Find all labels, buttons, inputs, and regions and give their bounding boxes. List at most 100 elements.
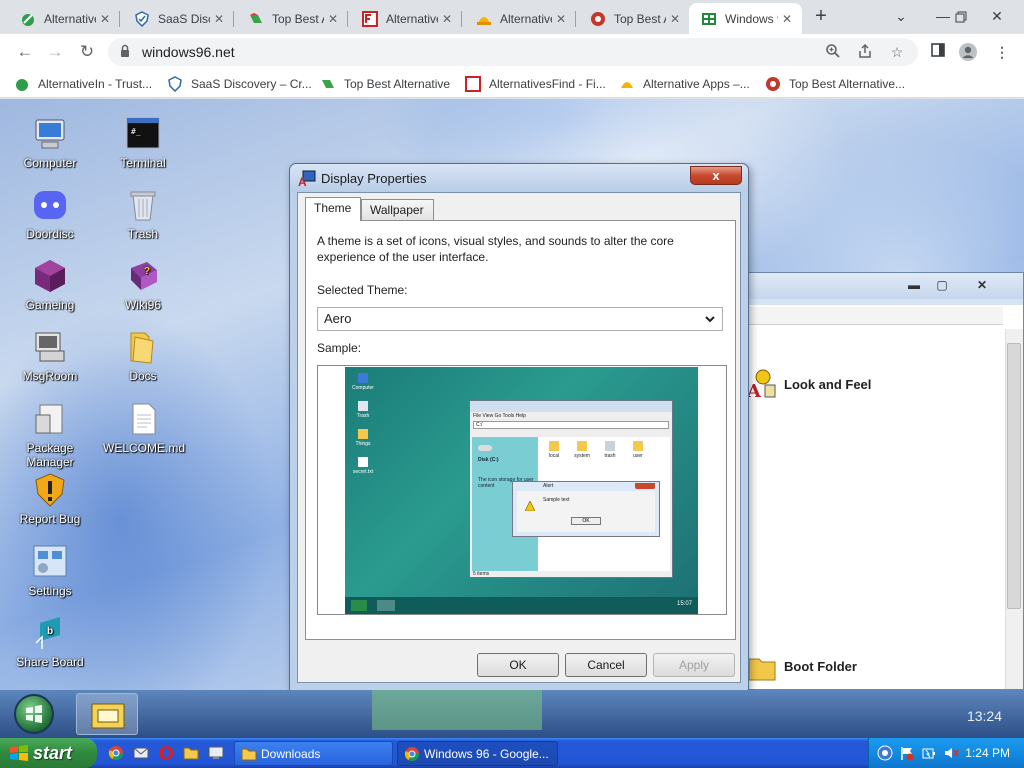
desktop-icon-docs[interactable]: Docs xyxy=(103,329,183,383)
volume-muted-icon[interactable] xyxy=(943,745,959,761)
look-and-feel-label[interactable]: Look and Feel xyxy=(784,377,871,392)
explorer-folder-icon[interactable] xyxy=(183,745,199,761)
ok-button[interactable]: OK xyxy=(477,653,559,677)
tab-theme[interactable]: Theme xyxy=(305,197,361,221)
browser-tab[interactable]: AlternativeTo ✕ xyxy=(8,3,120,34)
display-properties-dialog: A Display Properties x Theme Wallpaper A… xyxy=(289,163,749,691)
reload-icon[interactable]: ↻ xyxy=(76,41,98,63)
bookmark-star-icon[interactable]: ☆ xyxy=(888,43,906,61)
share-icon[interactable] xyxy=(856,43,874,61)
chrome-icon[interactable] xyxy=(108,745,124,761)
tab-search-icon[interactable]: ⌄ xyxy=(884,0,918,34)
restore-icon[interactable] xyxy=(944,0,978,34)
start-orb-button[interactable] xyxy=(14,694,54,734)
opera-icon[interactable] xyxy=(158,745,174,761)
arrow-icon xyxy=(248,11,264,27)
browser-tab[interactable]: Alternative Apps ✕ xyxy=(464,3,576,34)
theme-select[interactable]: Aero xyxy=(317,307,723,331)
scrollbar-thumb[interactable] xyxy=(1007,343,1021,609)
desktop-icon-computer[interactable]: Computer xyxy=(10,116,90,170)
close-tab-icon[interactable]: ✕ xyxy=(552,12,570,26)
hand-icon xyxy=(765,76,781,92)
close-icon[interactable]: ✕ xyxy=(969,277,995,293)
svg-text:#_: #_ xyxy=(131,127,141,136)
taskbar: start Downloads Windows 96 - Google... 1… xyxy=(0,738,1024,768)
taskbar-item-windows96[interactable]: Windows 96 - Google... xyxy=(397,741,558,766)
bookmark-item[interactable]: AlternativeIn - Trust... xyxy=(14,75,152,93)
dock-pinned-app[interactable] xyxy=(76,693,138,735)
browser-tab-active[interactable]: Windows 96 ✕ xyxy=(689,3,802,34)
bookmark-item[interactable]: AlternativesFind - Fi... xyxy=(465,75,606,93)
desktop-icon-package-manager[interactable]: Package Manager xyxy=(10,401,90,469)
zoom-icon[interactable] xyxy=(824,43,842,61)
cancel-button[interactable]: Cancel xyxy=(565,653,647,677)
bookmark-item[interactable]: SaaS Discovery – Cr... xyxy=(167,75,312,93)
menu-kebab-icon[interactable]: ⋮ xyxy=(992,42,1012,62)
profile-avatar-icon[interactable] xyxy=(958,42,978,62)
bookmark-item[interactable]: Top Best Alternative... xyxy=(765,75,905,93)
sample-icon: Computer xyxy=(351,373,375,391)
scrollbar[interactable] xyxy=(1005,329,1023,689)
sample-window: File View Go Tools Help C:/ Disk (C:) Th… xyxy=(469,400,673,578)
network-icon[interactable] xyxy=(877,745,893,761)
windows96-icon xyxy=(701,11,717,27)
dialog-close-button[interactable]: x xyxy=(690,166,742,185)
close-window-icon[interactable]: ✕ xyxy=(980,0,1014,34)
game-cube-icon xyxy=(32,258,68,294)
dock-clock: 13:24 xyxy=(966,708,1002,724)
close-tab-icon[interactable]: ✕ xyxy=(778,12,796,26)
sample-icon: Trash xyxy=(351,401,375,419)
tab-wallpaper[interactable]: Wallpaper xyxy=(361,199,434,221)
document-icon xyxy=(125,401,161,437)
warning-shield-icon xyxy=(32,472,68,508)
apply-button[interactable]: Apply xyxy=(653,653,735,677)
forward-icon[interactable]: → xyxy=(44,41,66,63)
desktop-icon-doordisc[interactable]: Doordisc xyxy=(10,187,90,241)
mail-icon[interactable] xyxy=(133,745,149,761)
desktop-icon-terminal[interactable]: #_ Terminal xyxy=(103,116,183,170)
start-button[interactable]: start xyxy=(0,738,97,768)
desktop-icon-msgroom[interactable]: MsgRoom xyxy=(10,329,90,383)
taskbar-clock: 1:24 PM xyxy=(965,746,1010,760)
close-tab-icon[interactable]: ✕ xyxy=(210,12,228,26)
windows-flag-icon xyxy=(10,745,28,761)
side-panel-icon[interactable] xyxy=(928,42,948,62)
back-icon[interactable]: ← xyxy=(14,41,36,63)
browser-tab[interactable]: AlternativesFind ✕ xyxy=(350,3,462,34)
browser-tab[interactable]: SaaS Discovery ✕ xyxy=(122,3,234,34)
look-and-feel-icon[interactable]: A xyxy=(745,367,779,402)
theme-tab-panel: A theme is a set of icons, visual styles… xyxy=(305,220,736,640)
address-bar[interactable]: windows96.net ☆ xyxy=(108,38,918,66)
taskbar-item-downloads[interactable]: Downloads xyxy=(234,741,393,766)
browser-tab[interactable]: Top Best Alternatives ✕ xyxy=(578,3,690,34)
af-logo-icon xyxy=(465,76,481,92)
dialog-title: Display Properties xyxy=(321,171,427,186)
close-tab-icon[interactable]: ✕ xyxy=(666,12,684,26)
close-tab-icon[interactable]: ✕ xyxy=(438,12,456,26)
desktop-icon-welcome[interactable]: WELCOME.md xyxy=(103,401,185,455)
battery-icon[interactable] xyxy=(921,745,937,761)
close-tab-icon[interactable]: ✕ xyxy=(324,12,342,26)
flag-alert-icon[interactable] xyxy=(899,745,915,761)
desktop-icon-settings[interactable]: Settings xyxy=(10,544,90,598)
desktop-icon[interactable] xyxy=(208,745,224,761)
dialog-titlebar[interactable]: A Display Properties x xyxy=(290,164,748,192)
browser-tab[interactable]: Top Best Alternatives ✕ xyxy=(236,3,348,34)
minimize-icon[interactable]: ▬ xyxy=(901,277,927,293)
desktop-icon-report-bug[interactable]: Report Bug xyxy=(10,472,90,526)
folder-icon[interactable] xyxy=(747,653,777,683)
new-tab-button[interactable]: + xyxy=(810,6,832,28)
desktop-icon-trash[interactable]: Trash xyxy=(103,187,183,241)
dialog-body: Theme Wallpaper A theme is a set of icon… xyxy=(297,192,741,683)
desktop-icon-gameing[interactable]: Gameing xyxy=(10,258,90,312)
book-icon: ? xyxy=(125,258,161,294)
desktop-icon-share-board[interactable]: b Share Board xyxy=(10,615,90,669)
close-tab-icon[interactable]: ✕ xyxy=(96,12,114,26)
bookmark-item[interactable]: Top Best Alternative xyxy=(320,75,450,93)
maximize-icon[interactable]: ▢ xyxy=(929,277,955,293)
folder-icon xyxy=(241,748,257,761)
shield-icon xyxy=(134,10,150,27)
bookmark-item[interactable]: Alternative Apps –... xyxy=(619,75,750,93)
boot-folder-label[interactable]: Boot Folder xyxy=(784,659,857,674)
desktop-icon-wiki96[interactable]: ? Wiki96 xyxy=(103,258,183,312)
